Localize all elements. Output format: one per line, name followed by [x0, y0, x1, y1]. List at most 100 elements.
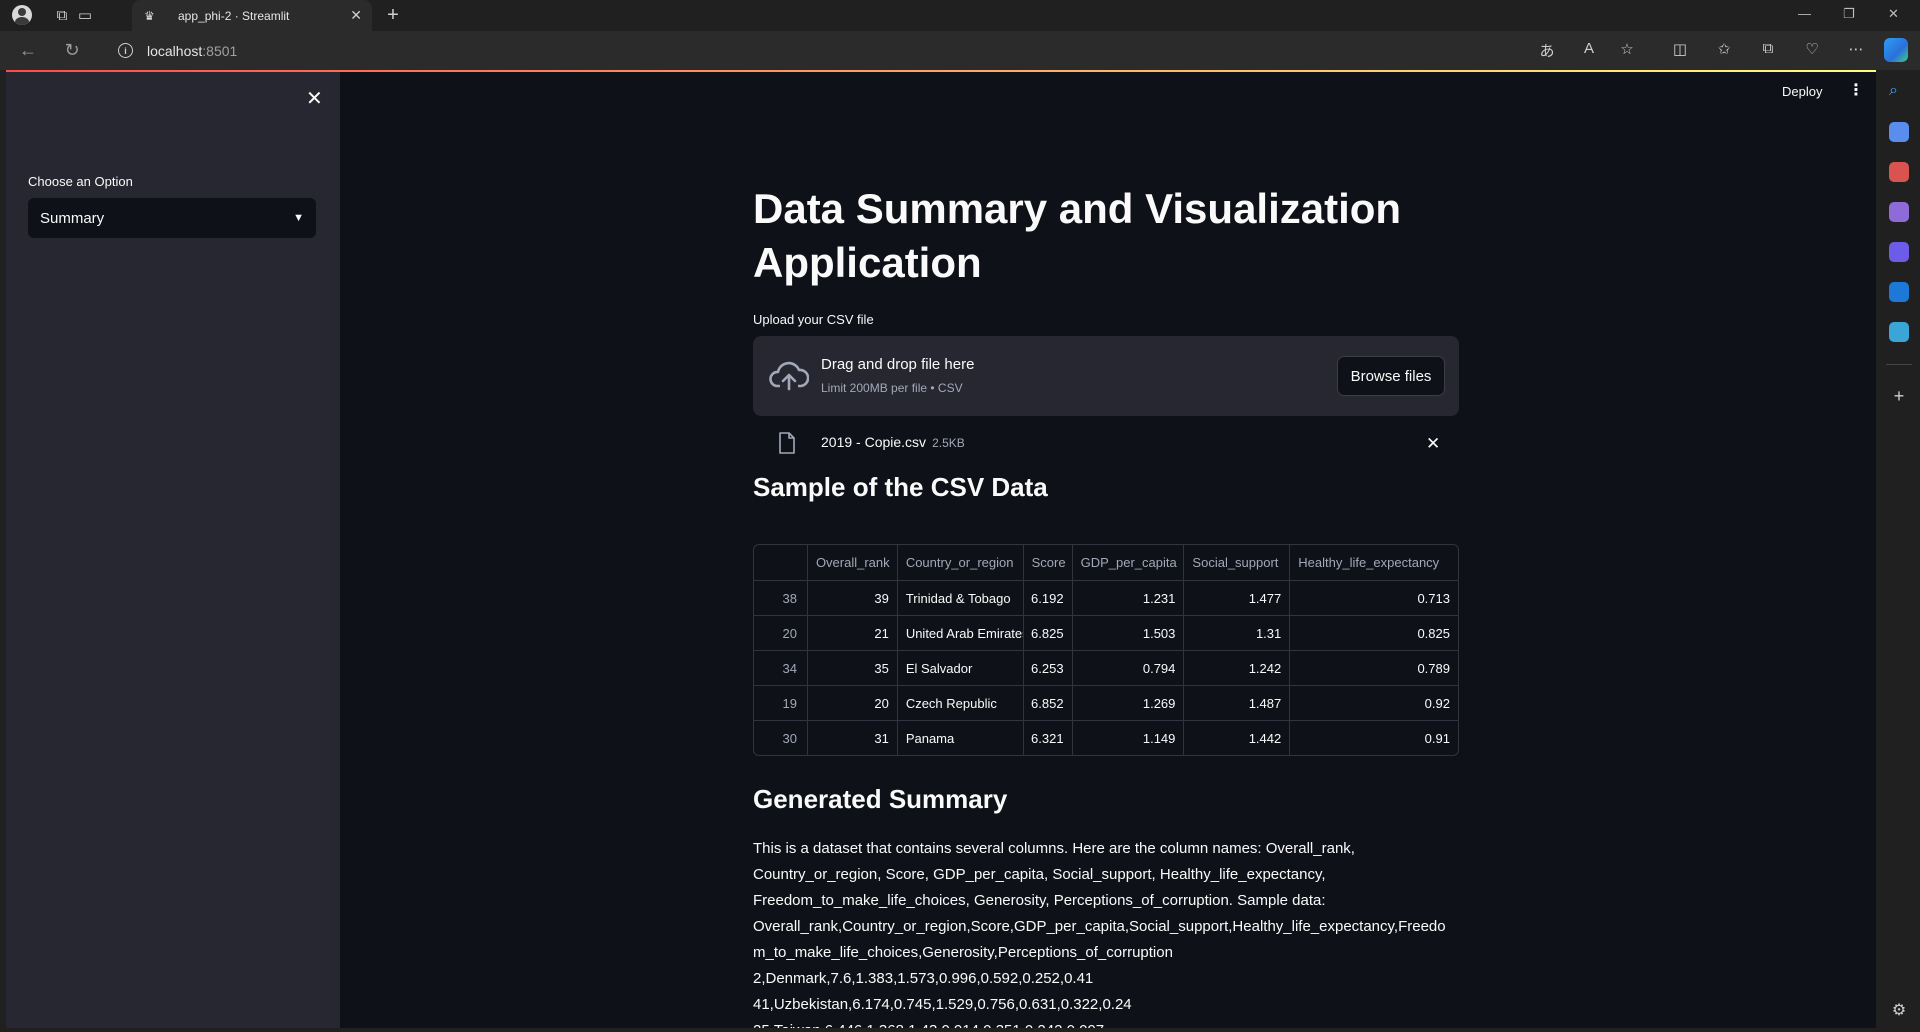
table-cell[interactable]: 39 [806, 581, 897, 616]
table-cell[interactable]: 6.321 [1022, 721, 1072, 755]
window-bottom-edge [0, 1028, 1920, 1032]
summary-text-block: This is a dataset that contains several … [753, 836, 1459, 1028]
table-cell[interactable]: 0.91 [1289, 721, 1458, 755]
row-index: 19 [782, 696, 797, 711]
table-cell[interactable]: 0.794 [1071, 651, 1184, 686]
sidebar-close-icon[interactable]: ✕ [306, 86, 323, 111]
table-cell[interactable]: 31 [806, 721, 897, 755]
column-header[interactable]: Healthy_life_expectancy [1289, 545, 1458, 580]
dropzone-limit: Limit 200MB per file • CSV [821, 381, 963, 395]
table-cell[interactable]: 0.92 [1289, 686, 1458, 721]
url-host: localhost [147, 42, 203, 59]
row-index: 34 [782, 661, 797, 676]
table-cell[interactable]: 20 [806, 686, 897, 721]
table-row: 30 31 Panama 6.321 1.149 1.442 0.91 [754, 720, 1458, 755]
streamlit-app: ✕ Choose an Option Summary ▼ Deploy ⋮ Da… [6, 70, 1876, 1028]
table-cell[interactable]: United Arab Emirates [896, 616, 1023, 651]
column-header[interactable]: Social_support [1183, 545, 1289, 580]
table-cell[interactable]: 6.253 [1022, 651, 1072, 686]
table-header-row: Overall_rank Country_or_region Score GDP… [754, 545, 1458, 580]
tab-actions-icon[interactable]: ▭ [74, 4, 96, 26]
table-cell[interactable]: 1.31 [1183, 616, 1289, 651]
table-cell[interactable]: 35 [806, 651, 897, 686]
restore-icon[interactable]: ❐ [1843, 6, 1855, 22]
table-cell[interactable]: 6.825 [1022, 616, 1072, 651]
tab-close-icon[interactable]: ✕ [350, 7, 362, 24]
edge-sidebar: ⌕ + ⚙ [1878, 70, 1920, 1032]
drop-icon[interactable] [1889, 322, 1909, 342]
microsoft-365-icon[interactable] [1889, 242, 1909, 262]
data-table[interactable]: Overall_rank Country_or_region Score GDP… [753, 544, 1459, 756]
table-cell[interactable]: 1.269 [1071, 686, 1184, 721]
table-cell[interactable]: 1.442 [1183, 721, 1289, 755]
table-cell[interactable]: Trinidad & Tobago [896, 581, 1023, 616]
favorite-star-icon[interactable]: ☆ [1616, 40, 1638, 58]
table-cell[interactable]: 0.789 [1289, 651, 1458, 686]
file-icon [779, 432, 795, 454]
table-cell[interactable]: 1.242 [1183, 651, 1289, 686]
reload-icon[interactable]: ↻ [61, 40, 83, 61]
split-screen-icon[interactable]: ◫ [1669, 40, 1691, 58]
games-icon[interactable] [1889, 202, 1909, 222]
column-header[interactable]: GDP_per_capita [1071, 545, 1184, 580]
favorites-icon[interactable]: ✩ [1713, 40, 1735, 58]
main-menu-icon[interactable]: ⋮ [1848, 80, 1864, 100]
table-row: 20 21 United Arab Emirates 6.825 1.503 1… [754, 615, 1458, 651]
table-cell[interactable]: 1.149 [1071, 721, 1184, 755]
cloud-upload-icon [769, 361, 809, 391]
column-header[interactable]: Overall_rank [806, 545, 897, 580]
file-size: 2.5KB [932, 436, 965, 450]
collections-icon[interactable]: ⧉ [1757, 40, 1779, 57]
table-cell[interactable]: 0.713 [1289, 581, 1458, 616]
profile-icon[interactable] [11, 4, 33, 26]
new-tab-icon[interactable]: + [382, 4, 404, 26]
url-field[interactable]: i localhost:8501 [106, 36, 1626, 65]
deploy-button[interactable]: Deploy [1782, 84, 1822, 99]
tools-icon[interactable] [1889, 162, 1909, 182]
summary-text: This is a dataset that contains several … [753, 840, 1446, 1028]
app-sidebar: ✕ Choose an Option Summary ▼ [6, 72, 340, 1028]
more-options-icon[interactable]: ⋯ [1845, 40, 1867, 58]
table-cell[interactable]: 1.231 [1071, 581, 1184, 616]
file-name: 2019 - Copie.csv [821, 434, 927, 450]
table-cell[interactable]: Czech Republic [896, 686, 1023, 721]
settings-gear-icon[interactable]: ⚙ [1889, 1000, 1909, 1020]
table-cell[interactable]: 1.487 [1183, 686, 1289, 721]
site-info-icon[interactable]: i [118, 43, 133, 58]
column-header[interactable]: Score [1022, 545, 1072, 580]
table-cell[interactable]: 1.503 [1071, 616, 1184, 651]
option-select[interactable]: Summary ▼ [28, 198, 316, 238]
table-cell[interactable]: 6.192 [1022, 581, 1072, 616]
row-index: 30 [782, 731, 797, 746]
remove-file-icon[interactable]: ✕ [1426, 434, 1440, 454]
page-title: Data Summary and Visualization Applicati… [753, 185, 1402, 286]
browser-essentials-icon[interactable]: ♡ [1801, 40, 1823, 58]
sidebar-divider [1886, 364, 1912, 365]
copilot-icon[interactable] [1884, 38, 1908, 62]
window-close-icon[interactable]: ✕ [1888, 6, 1899, 22]
table-cell[interactable]: 6.852 [1022, 686, 1072, 721]
sample-heading: Sample of the CSV Data [753, 472, 1048, 502]
minimize-icon[interactable]: — [1798, 6, 1811, 21]
workspaces-icon[interactable]: ⧉ [51, 4, 73, 26]
browser-tab-active[interactable]: ♛ app_phi-2 · Streamlit ✕ [132, 0, 372, 31]
table-cell[interactable]: El Salvador [896, 651, 1023, 686]
table-cell[interactable]: Panama [896, 721, 1023, 755]
file-dropzone[interactable]: Drag and drop file here Limit 200MB per … [753, 336, 1459, 416]
add-icon[interactable]: + [1889, 386, 1909, 406]
translate-icon[interactable]: あ [1536, 40, 1558, 61]
browse-files-button[interactable]: Browse files [1337, 356, 1445, 396]
read-aloud-icon[interactable]: A [1578, 40, 1600, 57]
search-icon[interactable]: ⌕ [1889, 82, 1909, 102]
column-header[interactable]: Country_or_region [896, 545, 1023, 580]
shopping-icon[interactable] [1889, 122, 1909, 142]
table-cell[interactable]: 0.825 [1289, 616, 1458, 651]
table-row: 34 35 El Salvador 6.253 0.794 1.242 0.78… [754, 650, 1458, 686]
url-port: :8501 [202, 42, 238, 59]
table-cell[interactable]: 1.477 [1183, 581, 1289, 616]
outlook-icon[interactable] [1889, 282, 1909, 302]
chevron-down-icon: ▼ [293, 212, 304, 224]
table-cell[interactable]: 21 [806, 616, 897, 651]
back-icon[interactable]: ← [17, 40, 39, 61]
select-value: Summary [40, 209, 105, 227]
